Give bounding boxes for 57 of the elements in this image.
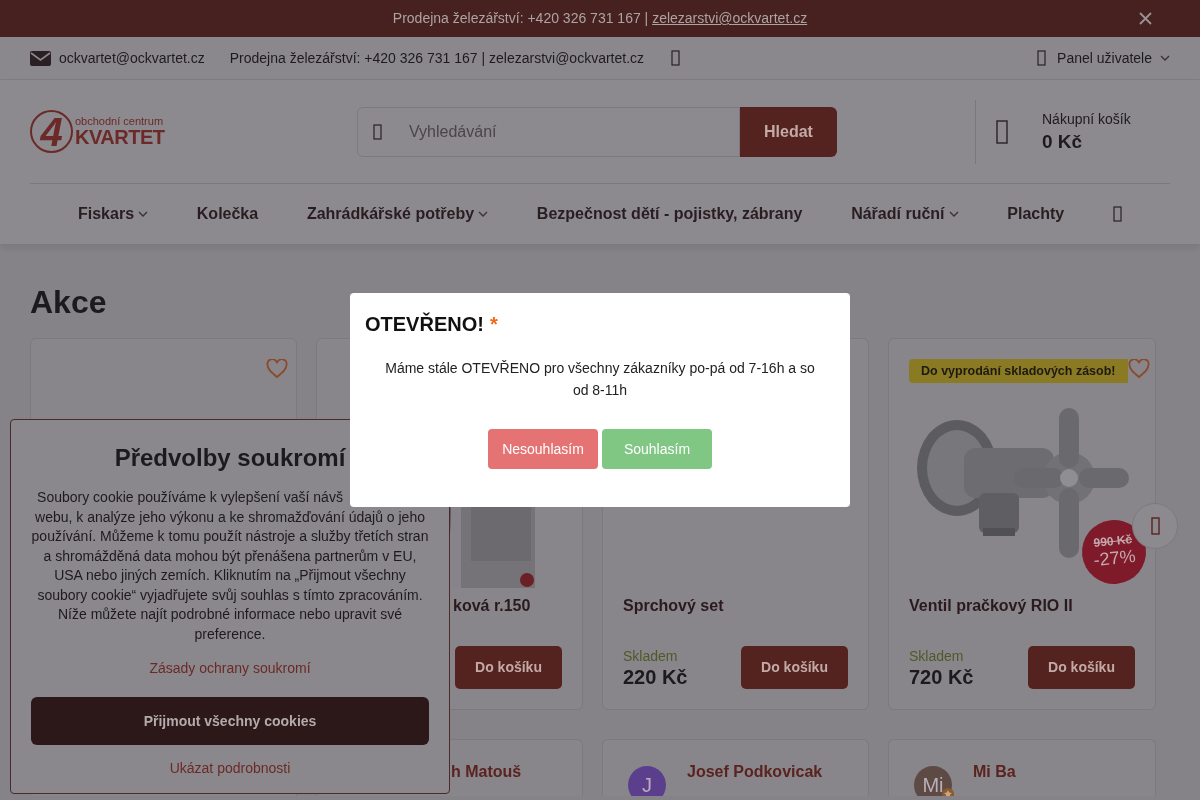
nav-item[interactable]: Zahrádkářské potřeby [306, 202, 489, 226]
email-link[interactable]: zelezarstvi@ockvartet.cz [652, 8, 808, 29]
heart-icon[interactable] [1127, 359, 1150, 379]
dialog-title: OTEVŘENO! [365, 311, 484, 337]
email-text: ockvartet@ockvartet.cz [59, 48, 205, 68]
mail-icon [30, 50, 51, 66]
box-icon[interactable] [996, 119, 1008, 144]
search-placeholder: Vyhledávání [409, 121, 497, 142]
privacy-policy-link[interactable]: Zásady ochrany soukromí [149, 658, 311, 679]
add-to-cart-button[interactable]: Do košíku [455, 646, 562, 689]
nav-item[interactable]: Bezpečnost dětí - pojistky, zábrany [536, 202, 803, 226]
avatar: Mi [914, 766, 952, 796]
user-panel-link[interactable]: Panel uživatele [1057, 47, 1152, 69]
box-icon[interactable] [671, 50, 681, 66]
promo-text: Prodejna železářství: +420 326 731 167 | [392, 9, 649, 28]
cookie-text: Soubory cookie používáme k vylepšení vaší návš webu, k analýze jeho výkonu a ke shromažďování údajů o jeho používání. Můžeme k tomu použít nástroje a služby třetích stran a shromážděná data mohou být přenášena partnerům v EU, USA nebo jiných zemích. Kliknutím na „Přijmout všechny soubory cookie“ vyjadřujete svůj souhlas s tímto zpracováním. Níže můžete najít podrobné informace nebo upravit své preference. [30, 488, 430, 644]
old-price: 990 Kč [1092, 532, 1133, 549]
product-title[interactable]: ková r.150 [453, 596, 562, 616]
store-info: Prodejna železářství: +420 326 731 167 | zelezarstvi@ockvartet.cz [229, 48, 645, 68]
logo-subtitle: obchodní centrum [75, 116, 165, 127]
cookie-title: Předvolby soukromí [114, 443, 346, 473]
cart-total: 0 Kč [1042, 130, 1084, 154]
nav-item[interactable]: Plachty [1007, 202, 1065, 226]
box-icon[interactable] [1037, 50, 1047, 66]
box-icon[interactable] [1112, 206, 1122, 222]
heart-icon[interactable] [266, 359, 288, 379]
add-to-cart-button[interactable]: Do košíku [741, 646, 848, 689]
chevron-down-icon [1160, 55, 1170, 61]
stock-status: Skladem [909, 647, 965, 665]
logo-text: KVARTET [75, 127, 165, 147]
nav-item[interactable]: Fiskars [78, 202, 149, 226]
search-button[interactable]: Hledat [740, 106, 837, 157]
product-title[interactable]: Ventil pračkový RIO II [909, 596, 1135, 616]
close-icon[interactable] [1139, 12, 1152, 25]
search-field[interactable]: Vyhledávání [357, 106, 740, 157]
logo-mark[interactable]: 4 [30, 110, 73, 153]
nav-item[interactable]: Kolečka [196, 202, 259, 226]
required-mark: * [489, 312, 498, 337]
box-icon[interactable] [373, 123, 382, 140]
stock-status: Skladem [623, 647, 679, 665]
product-price: 720 Kč [909, 665, 974, 689]
box-icon [1150, 517, 1160, 535]
avatar: J [628, 766, 666, 796]
reviewer-name: Josef Podkovicak [687, 762, 823, 782]
decline-button[interactable]: Nesouhlasím [488, 429, 598, 469]
dialog-text: Máme stále OTEVŘENO pro všechny zákazníky po-pá od 7-16h a so od 8-11h [384, 359, 816, 400]
product-title[interactable]: Sprchový set [623, 596, 848, 616]
product-price: 220 Kč [623, 665, 688, 689]
cart-label: Nákupní košík [1042, 110, 1131, 130]
reviewer-name: h Matouš [451, 762, 522, 782]
sale-badge: Do vyprodání skladových zásob! [909, 359, 1128, 383]
nav-item[interactable]: Nářadí ruční [851, 202, 959, 226]
add-to-cart-button[interactable]: Do košíku [1028, 646, 1135, 689]
page-title: Akce [30, 283, 107, 322]
reviewer-name: Mi Ba [973, 762, 1016, 782]
accept-cookies-button[interactable]: Přijmout všechny cookies [31, 697, 429, 745]
details-link[interactable]: Ukázat podrobnosti [169, 758, 291, 779]
